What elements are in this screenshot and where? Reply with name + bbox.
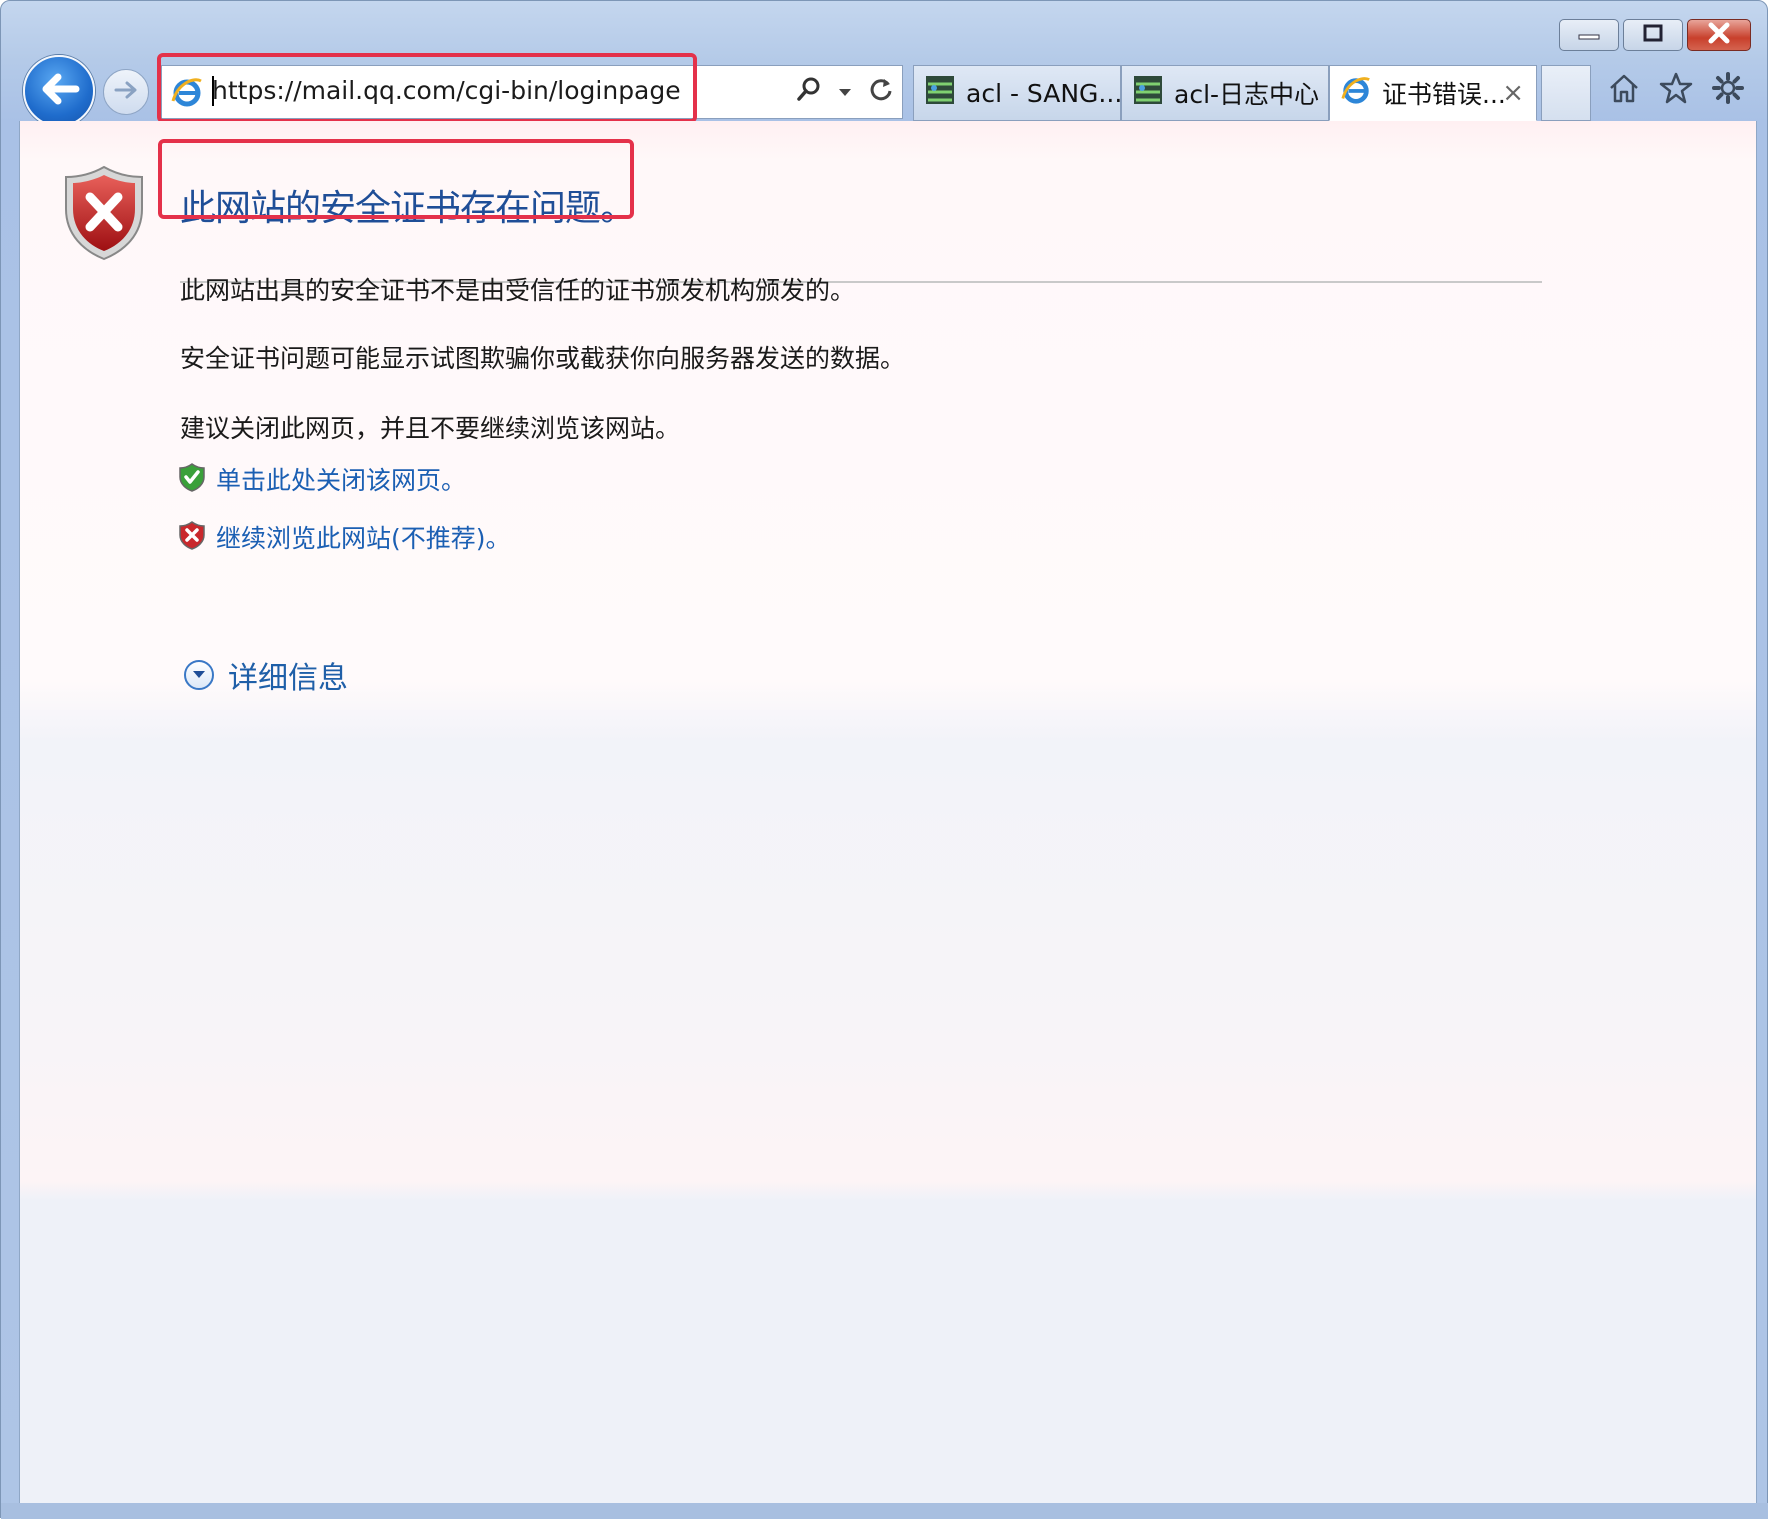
close-page-link[interactable]: 单击此处关闭该网页。 — [216, 461, 466, 497]
restore-icon — [1642, 24, 1664, 46]
more-information-label: 详细信息 — [228, 661, 348, 696]
page-content: 此网站的安全证书存在问题。 此网站出具的安全证书不是由受信任的证书颁发机构颁发的… — [19, 121, 1757, 1503]
red-shield-icon — [178, 520, 206, 554]
title-highlight-box — [158, 139, 634, 219]
chevron-down-circle-icon — [184, 660, 214, 690]
tab-label: acl - SANG... — [966, 78, 1121, 108]
explanation-text-1: 此网站出具的安全证书不是由受信任的证书颁发机构颁发的。 — [180, 276, 856, 305]
refresh-icon[interactable] — [868, 76, 894, 106]
url-highlight-box — [157, 53, 697, 123]
gear-icon[interactable] — [1711, 71, 1745, 109]
home-icon[interactable] — [1607, 71, 1641, 109]
recommendation-text: 建议关闭此网页，并且不要继续浏览该网站。 — [180, 414, 681, 443]
command-icons — [1607, 71, 1745, 109]
green-shield-icon — [178, 462, 206, 496]
network-icon — [924, 74, 956, 112]
ie-icon — [1340, 74, 1372, 112]
close-window-button[interactable] — [1687, 19, 1751, 51]
minimize-button[interactable] — [1559, 19, 1619, 51]
tab-certificate-error[interactable]: 证书错误... × — [1329, 65, 1537, 121]
window-bottom-border — [1, 1503, 1768, 1519]
arrow-right-icon — [112, 78, 140, 106]
address-tools — [796, 76, 894, 106]
new-tab-button[interactable] — [1541, 65, 1591, 121]
tab-label: acl-日志中心 — [1174, 80, 1320, 109]
error-shield-icon — [60, 163, 148, 267]
minimize-icon — [1578, 26, 1600, 45]
explanation-text-2: 安全证书问题可能显示试图欺骗你或截获你向服务器发送的数据。 — [180, 344, 906, 373]
star-icon[interactable] — [1659, 71, 1693, 109]
back-button[interactable] — [23, 55, 95, 127]
more-information-toggle[interactable]: 详细信息 — [184, 653, 348, 697]
arrow-left-icon — [38, 71, 80, 111]
window-caption-buttons — [1559, 19, 1751, 51]
tab-close-button[interactable]: × — [1502, 78, 1524, 108]
close-icon — [1707, 22, 1731, 48]
tab-acl-sang[interactable]: acl - SANG... — [913, 65, 1121, 121]
continue-site-link[interactable]: 继续浏览此网站(不推荐)。 — [216, 519, 511, 555]
search-icon[interactable] — [796, 76, 822, 106]
browser-window: https://mail.qq.com/cgi-bin/loginpage ac… — [0, 0, 1768, 1519]
tab-acl-log-center[interactable]: acl-日志中心 — [1121, 65, 1329, 121]
close-page-row[interactable]: 单击此处关闭该网页。 — [178, 461, 466, 497]
chevron-down-icon[interactable] — [838, 82, 852, 101]
network-icon — [1132, 74, 1164, 112]
forward-button[interactable] — [103, 69, 149, 115]
continue-site-row[interactable]: 继续浏览此网站(不推荐)。 — [178, 519, 511, 555]
tab-label: 证书错误... — [1382, 80, 1506, 109]
restore-button[interactable] — [1623, 19, 1683, 51]
